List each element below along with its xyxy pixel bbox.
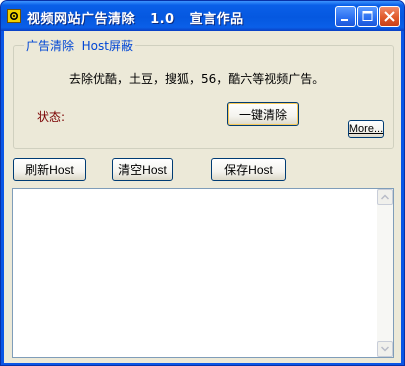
window-title: 视频网站广告清除 1.0 宣言作品 [27, 12, 244, 27]
save-host-button[interactable]: 保存Host [211, 158, 286, 181]
vertical-scrollbar[interactable] [377, 189, 393, 357]
status-label: 状态: [37, 110, 66, 124]
ad-clean-groupbox: 广告清除 Host屏蔽 去除优酷，土豆，搜狐，56，酷六等视频广告。 状态: 一… [13, 37, 394, 149]
host-content-textarea[interactable] [12, 188, 394, 358]
group-tab-labels[interactable]: 广告清除 Host屏蔽 [24, 37, 135, 54]
close-button[interactable] [379, 6, 400, 27]
refresh-host-button[interactable]: 刷新Host [13, 158, 86, 181]
app-gear-icon[interactable] [7, 9, 21, 23]
more-button-label: More... [348, 123, 384, 135]
scroll-up-button[interactable] [377, 189, 393, 205]
close-icon [384, 11, 395, 22]
chevron-down-icon [381, 346, 389, 352]
maximize-button[interactable] [357, 6, 378, 27]
one-click-clean-button[interactable]: 一键清除 [227, 102, 299, 126]
title-bar[interactable]: 视频网站广告清除 1.0 宣言作品 [1, 1, 404, 31]
maximize-icon [362, 11, 373, 21]
minimize-icon [341, 19, 348, 21]
scroll-down-button[interactable] [377, 341, 393, 357]
clear-host-button[interactable]: 清空Host [112, 158, 173, 181]
window-client-area: 广告清除 Host屏蔽 去除优酷，土豆，搜狐，56，酷六等视频广告。 状态: 一… [4, 31, 401, 363]
chevron-up-icon [381, 194, 389, 200]
minimize-button[interactable] [335, 6, 356, 27]
description-text: 去除优酷，土豆，搜狐，56，酷六等视频广告。 [69, 72, 325, 86]
more-button[interactable]: More... [348, 120, 384, 138]
app-window: 视频网站广告清除 1.0 宣言作品 广告清除 Host屏蔽 去除优酷，土豆，搜狐… [0, 0, 405, 366]
